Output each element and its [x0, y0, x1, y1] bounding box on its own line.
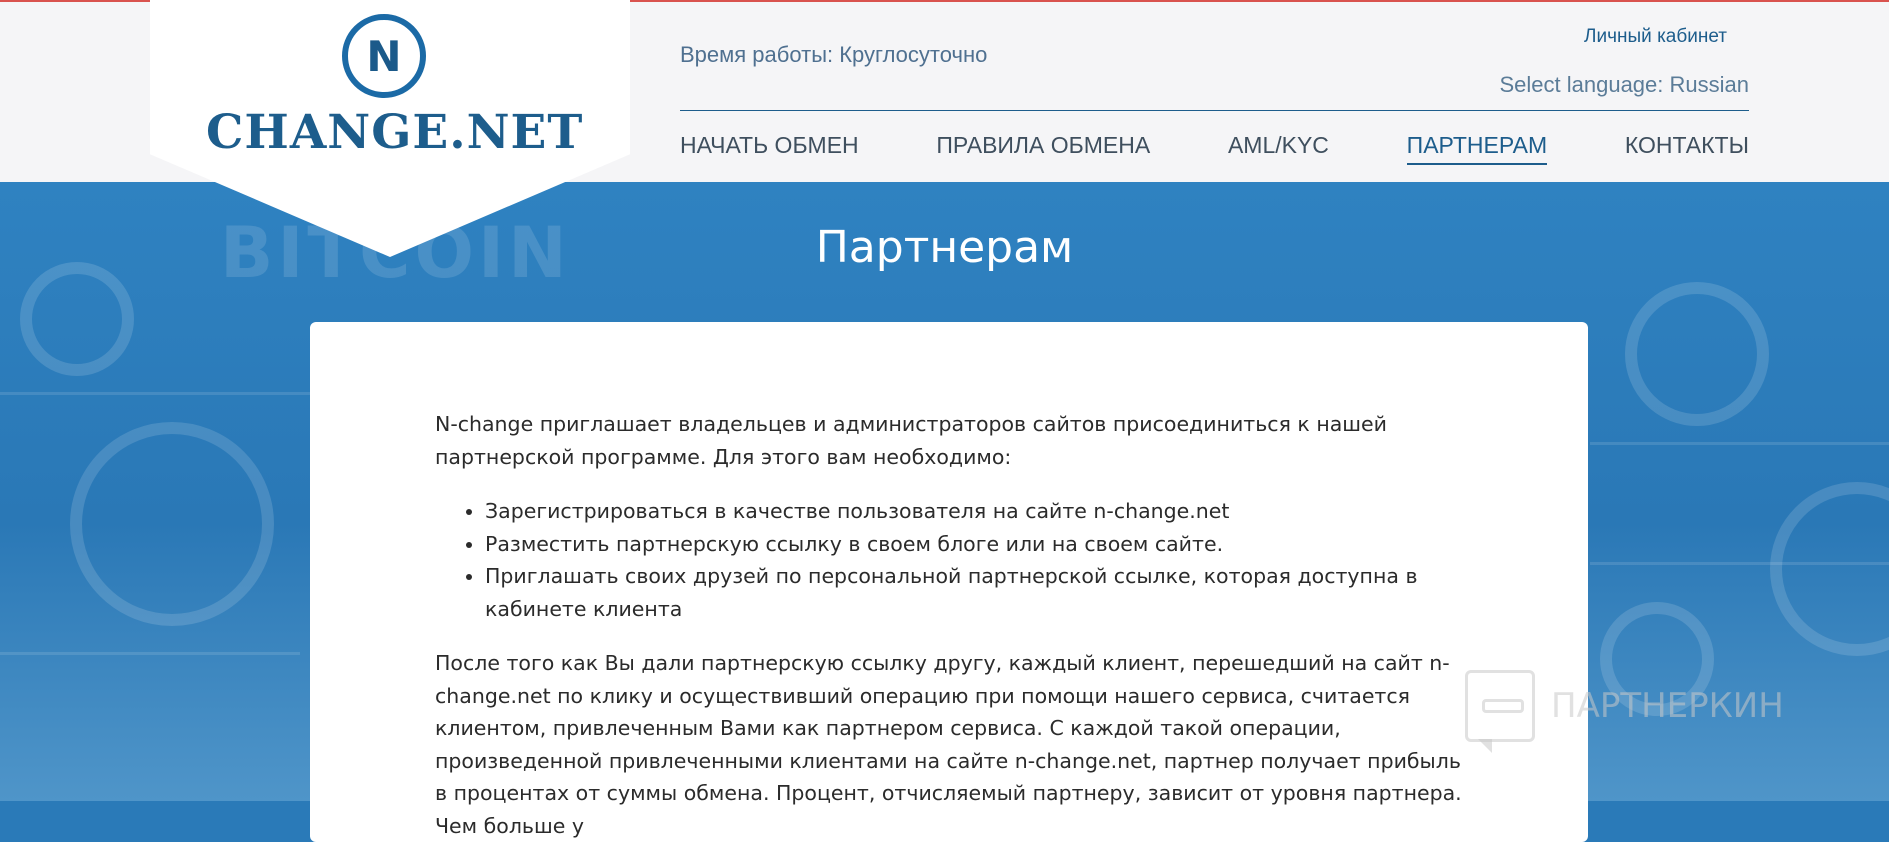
chat-bubble-icon [1465, 670, 1535, 753]
deco-line [1590, 562, 1889, 565]
deco-line [0, 392, 320, 395]
deco-circle-icon [70, 422, 274, 626]
logo-letter: N [366, 31, 402, 81]
deco-circle-icon [20, 262, 134, 376]
nav-start-exchange[interactable]: НАЧАТЬ ОБМЕН [680, 132, 859, 163]
referral-paragraph: После того как Вы дали партнерскую ссылк… [435, 651, 1462, 838]
intro-paragraph: N-change приглашает владельцев и админис… [435, 412, 1387, 469]
deco-circle-icon [1625, 282, 1769, 426]
work-hours: Время работы: Круглосуточно [680, 42, 988, 67]
watermark-text: ПАРТНЕРКИН [1551, 686, 1784, 726]
page-title: Партнерам [815, 222, 1074, 273]
nav-contacts[interactable]: КОНТАКТЫ [1625, 132, 1749, 163]
list-item: Приглашать своих друзей по персональной … [485, 560, 1475, 625]
main-nav: НАЧАТЬ ОБМЕН ПРАВИЛА ОБМЕНА AML/KYC ПАРТ… [680, 132, 1749, 166]
language-label: Select language: [1499, 72, 1664, 97]
content-card: N-change приглашает владельцев и админис… [310, 322, 1588, 842]
deco-line [0, 652, 300, 655]
deco-line [1590, 442, 1889, 445]
nav-partners[interactable]: ПАРТНЕРАМ [1406, 132, 1548, 165]
content-body: N-change приглашает владельцев и админис… [435, 408, 1475, 842]
list-item: Разместить партнерскую ссылку в своем бл… [485, 528, 1475, 561]
logo-circle-icon: N [342, 14, 426, 98]
watermark: ПАРТНЕРКИН [1465, 670, 1784, 753]
nav-exchange-rules[interactable]: ПРАВИЛА ОБМЕНА [936, 132, 1150, 163]
header-divider [680, 110, 1749, 111]
requirements-list: Зарегистрироваться в качестве пользовате… [435, 495, 1475, 625]
language-selector[interactable]: Select language: Russian [1499, 72, 1749, 98]
deco-circle-icon [1770, 482, 1889, 656]
personal-account-link[interactable]: Личный кабинет [1584, 26, 1727, 48]
language-value[interactable]: Russian [1670, 72, 1749, 97]
logo-text: CHANGE.NET [206, 105, 584, 160]
nav-aml-kyc[interactable]: AML/KYC [1228, 132, 1329, 163]
list-item: Зарегистрироваться в качестве пользовате… [485, 495, 1475, 528]
